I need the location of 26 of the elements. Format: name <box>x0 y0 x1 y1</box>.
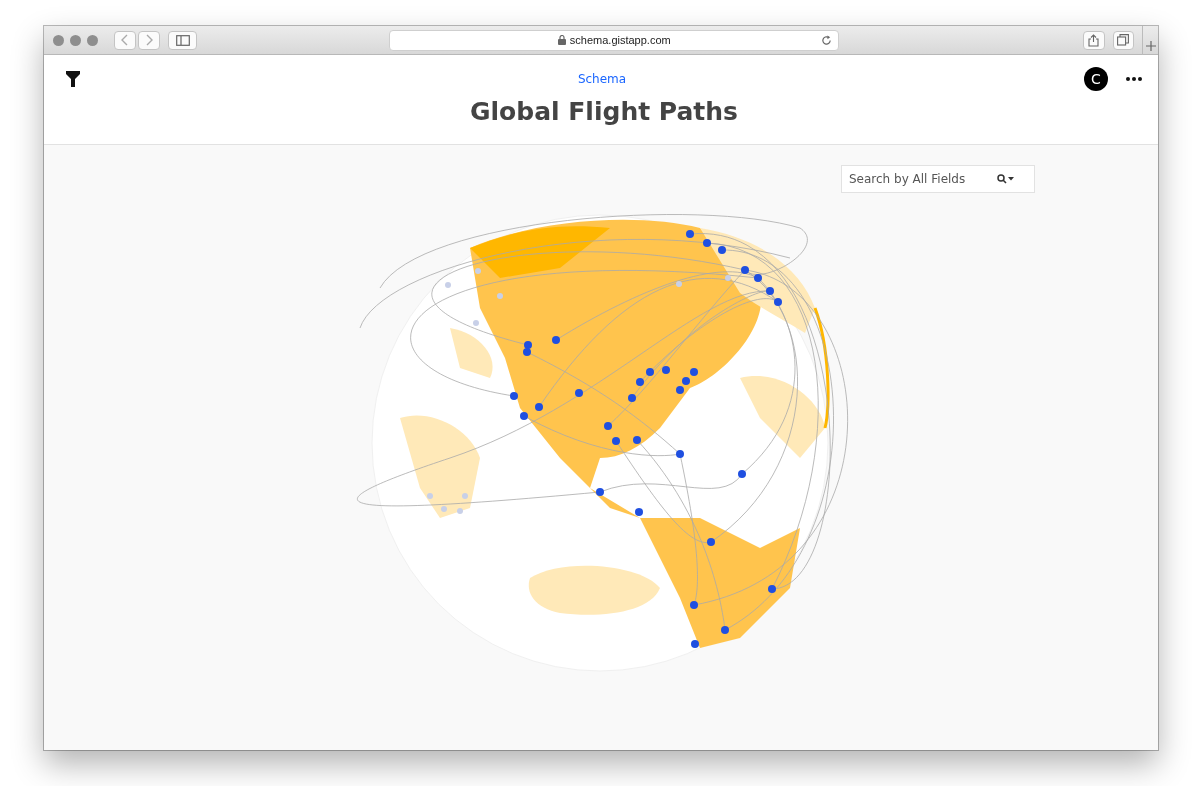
reload-icon[interactable] <box>821 34 833 46</box>
new-tab-icon[interactable] <box>1142 25 1158 55</box>
search-icon[interactable] <box>997 174 1015 184</box>
tabs-icon <box>1117 34 1130 46</box>
page-title: Global Flight Paths <box>469 97 739 126</box>
share-button[interactable] <box>1083 30 1105 50</box>
app-name-link[interactable]: Schema <box>577 72 627 86</box>
chevron-left-icon <box>121 34 129 46</box>
filter-icon[interactable] <box>66 71 80 87</box>
forward-button[interactable] <box>138 30 160 50</box>
search-field[interactable]: Search by All Fields <box>841 165 1035 193</box>
close-icon[interactable] <box>53 34 64 46</box>
maximize-icon[interactable] <box>87 34 98 46</box>
avatar[interactable]: C <box>1084 67 1108 91</box>
tabs-button[interactable] <box>1112 30 1135 50</box>
chevron-right-icon <box>145 34 153 46</box>
sidebar-icon <box>175 34 190 46</box>
more-icon[interactable] <box>1126 77 1142 81</box>
minimize-icon[interactable] <box>70 34 81 46</box>
sidebar-button[interactable] <box>168 30 198 50</box>
url-text: schema.gistapp.com <box>569 34 671 46</box>
lock-icon <box>557 35 566 45</box>
globe-drawing[interactable] <box>357 214 848 672</box>
back-button[interactable] <box>114 30 136 50</box>
share-icon <box>1088 33 1100 47</box>
address-bar[interactable]: schema.gistapp.com <box>389 29 840 51</box>
